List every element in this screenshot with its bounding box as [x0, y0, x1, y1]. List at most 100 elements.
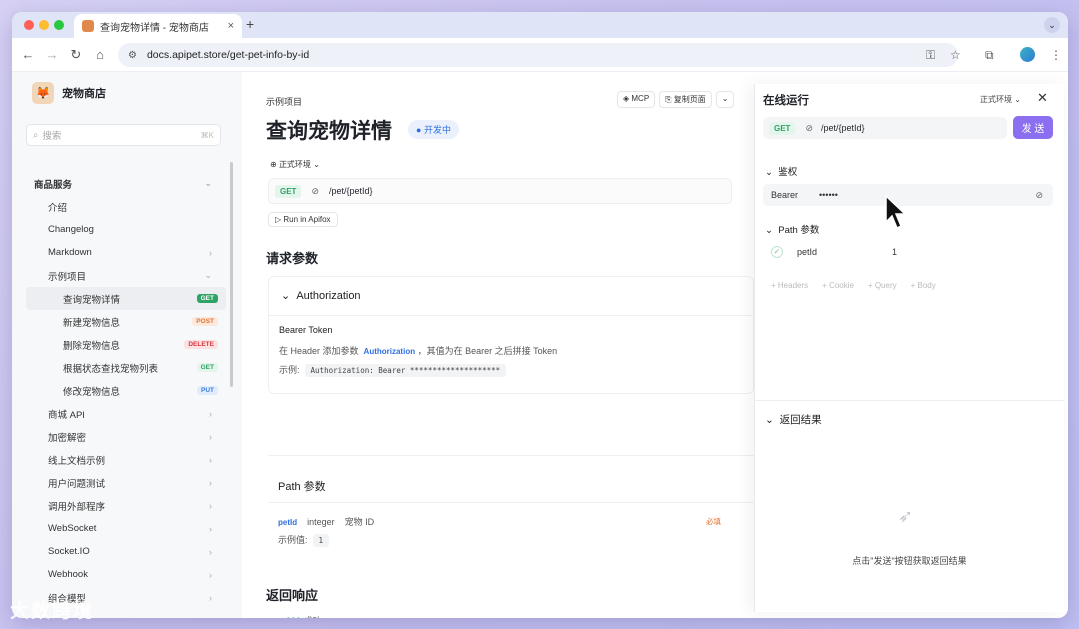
sidebar-item-label: 介绍	[48, 202, 68, 214]
chevron-icon[interactable]: ⌄	[204, 270, 212, 281]
mouse-cursor-icon	[885, 194, 907, 230]
auth-type: Bearer	[771, 190, 799, 200]
param-row: petId integer 宠物 ID	[278, 515, 374, 528]
sidebar-item[interactable]: Markdown ›	[26, 241, 226, 264]
search-input[interactable]: ⌕ 搜索 ⌘K	[26, 124, 221, 146]
close-window-button[interactable]	[24, 20, 34, 30]
sidebar-item[interactable]: 修改宠物信息 PUT	[26, 379, 226, 402]
sidebar-item-label: Socket.IO	[48, 546, 90, 557]
extensions-icon[interactable]: ⧉	[985, 48, 994, 63]
site-info-icon[interactable]: ⚙	[128, 50, 137, 61]
request-url-bar[interactable]: GET ⊘ /pet/{petId}	[763, 117, 1007, 139]
path-section-toggle[interactable]: ⌄ Path 参数	[765, 222, 819, 236]
add-body-button[interactable]: + Body	[911, 281, 936, 290]
env-selector[interactable]: ⊕ 正式环境 ⌄	[270, 159, 320, 170]
reload-icon[interactable]: ↻	[68, 47, 84, 63]
response-row[interactable]: ● 200 成功	[278, 614, 322, 618]
profile-avatar[interactable]	[1020, 47, 1035, 62]
copy-page-button[interactable]: ⎘ 复制页面	[659, 91, 712, 108]
chevron-icon[interactable]: ›	[209, 455, 212, 465]
address-bar[interactable]: ⚙ docs.apipet.store/get-pet-info-by-id	[118, 43, 958, 67]
sidebar-item-label: WebSocket	[48, 523, 97, 534]
run-in-apifox-button[interactable]: ▷ Run in Apifox	[268, 212, 338, 227]
panel-path: /pet/{petId}	[821, 123, 865, 133]
auth-value: ••••••	[819, 190, 838, 200]
auth-section-toggle[interactable]: ⌄ 鉴权	[765, 164, 797, 178]
status-badge: ● 开发中	[408, 120, 459, 139]
search-icon: ⌕	[33, 129, 39, 141]
add-cookie-button[interactable]: + Cookie	[822, 281, 854, 290]
sidebar-item[interactable]: 删除宠物信息 DELETE	[26, 333, 226, 356]
new-tab-button[interactable]: +	[246, 16, 254, 32]
forward-arrow-icon[interactable]: →	[44, 47, 60, 62]
bearer-token-field[interactable]: Bearer •••••• ⊘	[763, 184, 1053, 206]
sidebar-item[interactable]: 调用外部程序 ›	[26, 494, 226, 517]
sidebar-item[interactable]: WebSocket ›	[26, 517, 226, 540]
method-badge: GET	[196, 363, 218, 372]
panel-param-value[interactable]: 1	[892, 247, 897, 257]
chevron-icon[interactable]: ⌄	[204, 178, 212, 189]
back-arrow-icon[interactable]: ←	[20, 47, 36, 62]
send-button[interactable]: 发 送	[1013, 116, 1053, 139]
add-headers-button[interactable]: + Headers	[771, 281, 808, 290]
brand[interactable]: 🦊 宠物商店	[32, 82, 106, 104]
sidebar-item[interactable]: 示例项目 ⌄	[26, 264, 226, 287]
sidebar-item[interactable]: Webhook ›	[26, 563, 226, 586]
sidebar-item[interactable]: 商品服务 ⌄	[26, 172, 226, 195]
sidebar-item[interactable]: 商城 API ›	[26, 402, 226, 425]
tab-close-icon[interactable]: ×	[228, 20, 234, 32]
sidebar-item[interactable]: 用户问题测试 ›	[26, 471, 226, 494]
sidebar-item-label: 新建宠物信息	[63, 317, 121, 329]
home-icon[interactable]: ⌂	[92, 47, 108, 62]
auth-label: Authorization	[296, 290, 361, 302]
chevron-icon[interactable]: ›	[209, 570, 212, 580]
password-key-icon[interactable]: ⚿	[926, 48, 935, 63]
tab-search-button[interactable]: ⌄	[1044, 17, 1060, 33]
sidebar-scrollbar[interactable]	[230, 162, 233, 387]
sidebar-item[interactable]: Socket.IO ›	[26, 540, 226, 563]
sidebar-item[interactable]: 查询宠物详情 GET	[26, 287, 226, 310]
bearer-desc-key: Authorization	[363, 347, 416, 356]
sidebar-item[interactable]: 加密解密 ›	[26, 425, 226, 448]
sidebar-item[interactable]: 根据状态查找宠物列表 GET	[26, 356, 226, 379]
sidebar-item[interactable]: 线上文档示例 ›	[26, 448, 226, 471]
search-placeholder: 搜索	[42, 131, 62, 142]
result-section-toggle[interactable]: ⌄ 返回结果	[765, 412, 822, 427]
chevron-icon[interactable]: ›	[209, 524, 212, 534]
breadcrumb[interactable]: 示例项目	[266, 95, 302, 108]
chevron-icon[interactable]: ›	[209, 593, 212, 603]
chevron-icon[interactable]: ›	[209, 501, 212, 511]
sidebar-nav: 商品服务 ⌄ 介绍 Changelog Markdown › 示例项目 ⌄ 查询宠物详情 GET 新…	[26, 172, 226, 609]
more-menu-icon[interactable]: ⋮	[1050, 48, 1062, 62]
param-type: integer	[307, 517, 335, 527]
browser-tab[interactable]: 查询宠物详情 - 宠物商店 ×	[74, 14, 242, 38]
zoom-window-button[interactable]	[54, 20, 64, 30]
chevron-icon[interactable]: ›	[209, 409, 212, 419]
minimize-window-button[interactable]	[39, 20, 49, 30]
chevron-icon[interactable]: ›	[209, 478, 212, 488]
chevron-icon[interactable]: ›	[209, 248, 212, 258]
sidebar-item-label: Webhook	[48, 569, 88, 580]
endpoint-bar[interactable]: GET ⊘ /pet/{petId}	[268, 178, 732, 204]
sidebar-item-label: 商城 API	[48, 409, 85, 421]
close-icon[interactable]: ✕	[1037, 90, 1048, 106]
panel-env-selector[interactable]: 正式环境 ⌄	[980, 94, 1021, 105]
tab-bar: 查询宠物详情 - 宠物商店 × + ⌄	[12, 12, 1068, 38]
bookmark-star-icon[interactable]: ☆	[950, 48, 961, 62]
add-query-button[interactable]: + Query	[868, 281, 897, 290]
browser-toolbar: ← → ↻ ⌂ ⚙ docs.apipet.store/get-pet-info…	[12, 38, 1068, 72]
path-params-heading: Path 参数	[278, 481, 326, 493]
page-actions-dropdown[interactable]: ⌄	[715, 91, 735, 108]
chevron-icon[interactable]: ›	[209, 547, 212, 557]
sidebar-item[interactable]: 介绍	[26, 195, 226, 218]
param-name: petId	[278, 518, 298, 527]
bearer-desc-pre: 在 Header 添加参数	[279, 346, 359, 356]
auth-toggle[interactable]: ⌄ Authorization	[281, 289, 361, 302]
panel-resize-divider[interactable]	[755, 400, 1064, 401]
param-enabled-checkbox[interactable]: ✓	[771, 246, 783, 258]
chevron-icon[interactable]: ›	[209, 432, 212, 442]
sidebar-item[interactable]: Changelog	[26, 218, 226, 241]
eye-off-icon[interactable]: ⊘	[1035, 190, 1043, 201]
sidebar-item[interactable]: 新建宠物信息 POST	[26, 310, 226, 333]
mcp-button[interactable]: ◈ MCP	[617, 91, 656, 108]
